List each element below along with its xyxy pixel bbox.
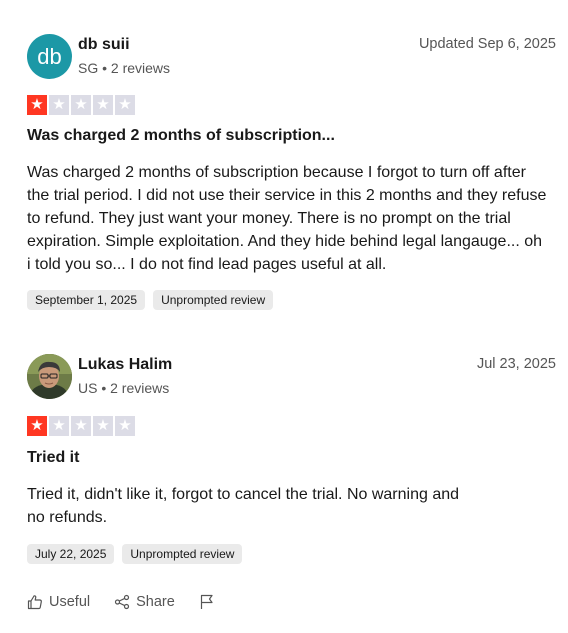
report-button[interactable] — [199, 594, 215, 610]
review-date: Jul 23, 2025 — [476, 356, 556, 372]
review-body-line: Tried it, didn't like it, forgot to canc… — [27, 486, 460, 503]
avatar-initials: db — [37, 43, 62, 69]
experience-date-tag: July 22, 2025 — [27, 544, 115, 564]
star-rating: ★ ★ ★ ★ ★ — [27, 416, 135, 436]
useful-label: Useful — [49, 594, 91, 610]
star-rating: ★ ★ ★ ★ ★ — [27, 95, 135, 115]
star-icon: ★ — [71, 95, 91, 115]
star-icon: ★ — [27, 416, 47, 436]
review-header: db db suii SG • 2 reviews Updated Sep 6,… — [0, 34, 568, 84]
share-button[interactable]: Share — [114, 594, 175, 610]
review-title[interactable]: Tried it — [27, 449, 79, 467]
share-icon — [115, 594, 130, 610]
review-card: Lukas Halim US • 2 reviews Jul 23, 2025 … — [0, 354, 568, 564]
review-body: Was charged 2 months of subscription bec… — [27, 164, 547, 273]
unprompted-review-tag[interactable]: Unprompted review — [122, 544, 243, 564]
user-photo-icon — [27, 354, 72, 399]
star-icon: ★ — [93, 95, 113, 115]
avatar[interactable]: db — [27, 34, 72, 79]
reviewer-meta: US • 2 reviews — [78, 380, 170, 396]
review-tags: September 1, 2025 Unprompted review — [27, 290, 274, 310]
review-date: Updated Sep 6, 2025 — [418, 36, 556, 52]
reviewer-name[interactable]: db suii — [78, 36, 130, 54]
review-body: Tried it, didn't like it, forgot to canc… — [27, 483, 547, 529]
star-icon: ★ — [27, 95, 47, 115]
review-header: Lukas Halim US • 2 reviews Jul 23, 2025 — [0, 354, 568, 404]
star-icon: ★ — [115, 95, 135, 115]
review-actions: Useful Share — [27, 594, 239, 610]
reviewer-meta: SG • 2 reviews — [78, 60, 171, 76]
star-icon: ★ — [49, 95, 69, 115]
flag-icon — [200, 594, 213, 609]
star-icon: ★ — [71, 416, 91, 436]
review-card: db db suii SG • 2 reviews Updated Sep 6,… — [0, 34, 568, 310]
review-body-line: no refunds. — [27, 509, 108, 526]
unprompted-review-tag[interactable]: Unprompted review — [153, 290, 274, 310]
thumbs-up-icon — [27, 595, 42, 610]
avatar[interactable] — [27, 354, 72, 399]
share-label: Share — [136, 594, 175, 610]
star-icon: ★ — [49, 416, 69, 436]
review-title[interactable]: Was charged 2 months of subscription... — [27, 127, 335, 145]
star-icon: ★ — [115, 416, 135, 436]
star-icon: ★ — [93, 416, 113, 436]
experience-date-tag: September 1, 2025 — [27, 290, 146, 310]
review-tags: July 22, 2025 Unprompted review — [27, 544, 243, 564]
reviewer-name[interactable]: Lukas Halim — [78, 356, 172, 374]
useful-button[interactable]: Useful — [27, 594, 90, 610]
